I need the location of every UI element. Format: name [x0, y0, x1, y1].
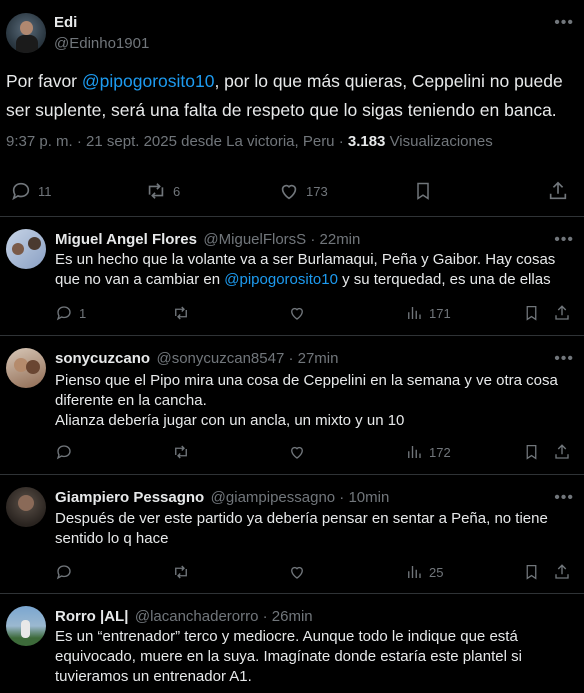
- bookmark-icon: [526, 564, 537, 580]
- share-button[interactable]: [547, 180, 569, 202]
- reply-icon: [56, 445, 71, 460]
- bookmark-button[interactable]: [523, 304, 540, 322]
- repost-button[interactable]: 6: [145, 180, 180, 202]
- reply-button[interactable]: [55, 563, 73, 581]
- views-button[interactable]: 172: [405, 443, 451, 461]
- like-button[interactable]: [288, 563, 306, 581]
- views-button[interactable]: 25: [405, 563, 443, 581]
- views-icon: [408, 307, 421, 319]
- main-action-bar: 11 6 173: [0, 180, 584, 204]
- author-handle[interactable]: @Edinho1901: [54, 35, 149, 52]
- reply-header: sonycuzcano @sonycuzcan8547 · 27min: [55, 350, 338, 368]
- author-handle[interactable]: @MiguelFlorsS · 22min: [203, 231, 360, 248]
- reply-tweet[interactable]: Giampiero Pessagno @giampipessagno · 10m…: [0, 475, 584, 593]
- reply-icon: [12, 182, 30, 201]
- reply-tweet[interactable]: Rorro |AL| @lacanchaderorro · 26min Es u…: [0, 594, 584, 693]
- reply-header: Giampiero Pessagno @giampipessagno · 10m…: [55, 489, 389, 507]
- repost-icon: [175, 445, 187, 459]
- share-button[interactable]: [553, 304, 571, 322]
- author-name[interactable]: sonycuzcano: [55, 350, 150, 367]
- bookmark-button[interactable]: [523, 563, 540, 581]
- author-name[interactable]: Giampiero Pessagno: [55, 489, 204, 506]
- tweet-text: Es un hecho que la volante va a ser Burl…: [55, 251, 556, 288]
- reply-button[interactable]: [55, 443, 73, 461]
- bookmark-icon: [526, 444, 537, 460]
- reply-icon: [56, 306, 71, 321]
- avatar[interactable]: [6, 229, 46, 269]
- share-icon: [555, 305, 569, 320]
- avatar[interactable]: [6, 348, 46, 388]
- reply-tweet[interactable]: Miguel Angel Flores @MiguelFlorsS · 22mi…: [0, 217, 584, 335]
- more-icon[interactable]: •••: [554, 14, 574, 32]
- like-icon: [281, 184, 297, 200]
- more-icon[interactable]: •••: [554, 489, 574, 507]
- repost-button[interactable]: [172, 563, 190, 581]
- tweet-text: Después de ver este partido ya debería p…: [55, 510, 548, 547]
- tweet-text: Es un “entrenador” terco y mediocre. Aun…: [55, 628, 522, 685]
- views-count: 25: [429, 564, 444, 580]
- bookmark-button[interactable]: [523, 443, 540, 461]
- author-handle[interactable]: @giampipessagno · 10min: [211, 489, 390, 506]
- repost-icon: [175, 306, 187, 320]
- mention-link[interactable]: @pipogorosito10: [224, 271, 338, 288]
- reply-tweet[interactable]: sonycuzcano @sonycuzcan8547 · 27min ••• …: [0, 336, 584, 474]
- views-count: 171: [429, 305, 451, 321]
- share-button[interactable]: [553, 443, 571, 461]
- tweet-text: Por favor @pipogorosito10, por lo que má…: [6, 71, 563, 120]
- views-count: 172: [429, 444, 451, 460]
- reply-count: 1: [79, 305, 87, 321]
- main-tweet: Edi @Edinho1901 ••• Por favor @pipogoros…: [0, 0, 584, 217]
- author-name[interactable]: Miguel Angel Flores: [55, 231, 197, 248]
- author-handle[interactable]: @lacanchaderorro · 26min: [135, 608, 313, 625]
- share-button[interactable]: [553, 563, 571, 581]
- repost-icon: [175, 565, 187, 579]
- like-icon: [291, 566, 303, 579]
- like-count: 173: [306, 183, 328, 199]
- repost-count: 6: [173, 183, 181, 199]
- bookmark-button[interactable]: [413, 180, 433, 202]
- reply-header: Rorro |AL| @lacanchaderorro · 26min: [55, 608, 313, 626]
- bookmark-icon: [526, 305, 537, 321]
- repost-button[interactable]: [172, 304, 190, 322]
- reply-action-bar: 1 171: [0, 304, 584, 328]
- reply-action-bar: 172: [0, 443, 584, 467]
- reply-icon: [56, 565, 71, 580]
- reply-action-bar: 25: [0, 563, 584, 587]
- mention-link[interactable]: @pipogorosito10: [82, 71, 215, 91]
- views-button[interactable]: 171: [405, 304, 451, 322]
- views-count: 3.183: [347, 133, 386, 150]
- repost-button[interactable]: [172, 443, 190, 461]
- views-icon: [408, 566, 421, 578]
- like-button[interactable]: [288, 443, 306, 461]
- reply-button[interactable]: 11: [10, 180, 52, 202]
- avatar[interactable]: [6, 606, 46, 646]
- share-icon: [555, 444, 569, 459]
- reply-header: Miguel Angel Flores @MiguelFlorsS · 22mi…: [55, 231, 360, 249]
- reply-button[interactable]: 1: [55, 304, 86, 322]
- timestamp[interactable]: 9:37 p. m. · 21 sept. 2025 desde La vict…: [6, 133, 348, 150]
- more-icon[interactable]: •••: [554, 350, 574, 368]
- like-button[interactable]: [288, 304, 306, 322]
- author-name[interactable]: Edi: [54, 14, 77, 31]
- avatar[interactable]: [6, 13, 46, 53]
- author-handle[interactable]: @sonycuzcan8547 · 27min: [156, 350, 338, 367]
- reply-count: 11: [38, 183, 52, 199]
- more-icon[interactable]: •••: [554, 231, 574, 249]
- tweet-meta: 9:37 p. m. · 21 sept. 2025 desde La vict…: [6, 133, 493, 150]
- avatar[interactable]: [6, 487, 46, 527]
- author-name[interactable]: Rorro |AL|: [55, 608, 128, 625]
- like-icon: [291, 307, 303, 320]
- views-icon: [408, 446, 421, 458]
- tweet-text: Pienso que el Pipo mira una cosa de Cepp…: [55, 372, 558, 429]
- like-button[interactable]: 173: [278, 180, 328, 202]
- share-icon: [549, 181, 567, 200]
- share-icon: [555, 564, 569, 579]
- like-icon: [291, 446, 303, 459]
- repost-icon: [148, 183, 164, 199]
- bookmark-icon: [417, 182, 429, 200]
- views-label: Visualizaciones: [385, 133, 493, 150]
